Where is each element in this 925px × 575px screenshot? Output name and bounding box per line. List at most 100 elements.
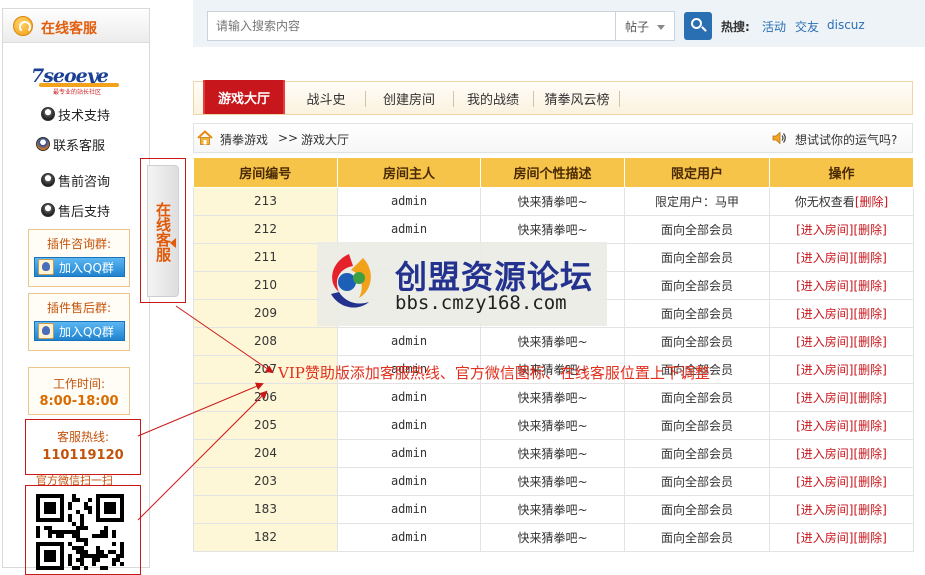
room-limit-cell: 面向全部会员 xyxy=(624,298,770,328)
qq-group-icon xyxy=(38,323,54,339)
room-limit-cell: 面向全部会员 xyxy=(624,522,770,552)
room-owner-cell: admin xyxy=(337,214,481,244)
hotline-label: 客服热线: xyxy=(56,430,110,444)
join-qq-group-label: 加入QQ群 xyxy=(59,260,114,275)
room-id-cell: 205 xyxy=(193,410,338,440)
tech-support-link[interactable]: 技术支持 xyxy=(41,105,111,124)
room-owner-cell: admin xyxy=(337,494,481,524)
enter-room-link[interactable]: [进入房间] xyxy=(796,363,853,377)
room-desc-cell: 快来猜拳吧~ xyxy=(480,410,625,440)
join-qq-group-button[interactable]: 加入QQ群 xyxy=(34,321,125,341)
room-owner-cell: admin xyxy=(337,466,481,496)
hot-keyword-link[interactable]: 交友 xyxy=(795,18,819,35)
enter-room-link[interactable]: [进入房间] xyxy=(796,419,853,433)
delete-room-link[interactable]: [删除] xyxy=(854,419,887,433)
enter-room-link[interactable]: [进入房间] xyxy=(796,391,853,405)
delete-room-link[interactable]: [删除] xyxy=(854,531,887,545)
hot-keyword-link[interactable]: discuz xyxy=(827,18,865,32)
room-action-cell: [进入房间][删除] xyxy=(769,466,914,496)
join-qq-group-button[interactable]: 加入QQ群 xyxy=(34,257,125,277)
plugin-aftersale-label: 插件售后群: xyxy=(46,301,112,315)
qq-group-icon xyxy=(38,259,54,275)
room-owner-cell: admin xyxy=(337,186,481,216)
search-button[interactable] xyxy=(684,12,712,40)
enter-room-link[interactable]: [进入房间] xyxy=(796,335,853,349)
plugin-consult-group: 插件咨询群: 加入QQ群 xyxy=(28,229,130,287)
work-hours-value: 8:00-18:00 xyxy=(39,394,119,409)
enter-room-link[interactable]: [进入房间] xyxy=(796,503,853,517)
room-owner-cell: admin xyxy=(337,326,481,356)
room-desc-cell: 快来猜拳吧~ xyxy=(480,382,625,412)
room-limit-cell: 面向全部会员 xyxy=(624,466,770,496)
enter-room-link[interactable]: [进入房间] xyxy=(796,531,853,545)
delete-room-link[interactable]: [删除] xyxy=(854,391,887,405)
breadcrumb-current: 游戏大厅 xyxy=(301,133,350,147)
contact-service-label: 联系客服 xyxy=(53,138,106,154)
breadcrumb: 猜拳游戏 >> 游戏大厅 想试试你的运气吗? xyxy=(193,123,913,153)
arrow-left-icon xyxy=(170,238,176,248)
hotline-box: 客服热线: 110119120 xyxy=(25,419,141,475)
room-id-cell: 212 xyxy=(193,214,338,244)
search-type-select[interactable]: 帖子 xyxy=(615,11,675,41)
tab-my-record[interactable]: 我的战绩 xyxy=(458,82,528,114)
person-icon xyxy=(41,107,55,121)
hot-keyword-link[interactable]: 活动 xyxy=(762,18,786,35)
room-desc-cell: 快来猜拳吧~ xyxy=(480,522,625,552)
try-luck-link[interactable]: 想试试你的运气吗? xyxy=(795,131,897,148)
table-row: 205 admin 快来猜拳吧~ 面向全部会员 [进入房间][删除] xyxy=(193,410,914,440)
delete-room-link[interactable]: [删除] xyxy=(854,335,887,349)
room-id-cell: 204 xyxy=(193,438,338,468)
home-icon[interactable] xyxy=(197,130,213,146)
delete-room-link[interactable]: [删除] xyxy=(854,363,887,377)
search-input[interactable] xyxy=(207,11,616,41)
room-action-cell: [进入房间][删除] xyxy=(769,494,914,524)
delete-room-link[interactable]: [删除] xyxy=(854,223,887,237)
col-header-limit: 限定用户 xyxy=(624,158,770,188)
search-bar: 帖子 热搜: 活动 交友 discuz xyxy=(193,0,925,47)
online-service-float-tab[interactable]: 在线客服 xyxy=(140,158,186,303)
tab-leaderboard[interactable]: 猜拳风云榜 xyxy=(536,82,618,114)
room-desc-cell: 快来猜拳吧~ xyxy=(480,466,625,496)
tab-create-room[interactable]: 创建房间 xyxy=(370,82,448,114)
table-row: 208 admin 快来猜拳吧~ 面向全部会员 [进入房间][删除] xyxy=(193,326,914,356)
table-header-row: 房间编号 房间主人 房间个性描述 限定用户 操作 xyxy=(193,158,914,188)
enter-room-link[interactable]: [进入房间] xyxy=(796,251,853,265)
delete-room-link[interactable]: [删除] xyxy=(854,251,887,265)
speaker-icon xyxy=(772,131,786,145)
tab-game-hall[interactable]: 游戏大厅 xyxy=(203,80,285,114)
room-action-cell: [进入房间][删除] xyxy=(769,298,914,328)
delete-room-link[interactable]: [删除] xyxy=(854,307,887,321)
enter-room-link[interactable]: [进入房间] xyxy=(796,279,853,293)
room-limit-cell: 限定用户：马甲 xyxy=(624,186,770,216)
annotation-text: VIP赞助版添加客服热线、官方微信图标、在线客服位置上下调整 xyxy=(278,364,710,382)
qq-penguin-icon xyxy=(36,137,50,151)
delete-room-link[interactable]: [删除] xyxy=(854,475,887,489)
no-permission-text: 你无权查看 xyxy=(794,194,855,209)
float-tab-body: 在线客服 xyxy=(147,165,179,297)
room-desc-cell: 快来猜拳吧~ xyxy=(480,186,625,216)
delete-room-link[interactable]: [删除] xyxy=(854,503,887,517)
enter-room-link[interactable]: [进入房间] xyxy=(796,475,853,489)
tech-support-label: 技术支持 xyxy=(58,108,111,124)
breadcrumb-item[interactable]: 猜拳游戏 xyxy=(220,131,268,148)
table-row: 204 admin 快来猜拳吧~ 面向全部会员 [进入房间][删除] xyxy=(193,438,914,468)
room-owner-cell: admin xyxy=(337,438,481,468)
delete-room-link[interactable]: [删除] xyxy=(854,279,887,293)
delete-room-link[interactable]: [删除] xyxy=(855,195,888,209)
table-row: 212 admin 快来猜拳吧~ 面向全部会员 [进入房间][删除] xyxy=(193,214,914,244)
enter-room-link[interactable]: [进入房间] xyxy=(796,447,853,461)
enter-room-link[interactable]: [进入房间] xyxy=(796,307,853,321)
col-header-description: 房间个性描述 xyxy=(480,158,625,188)
tab-battle-history[interactable]: 战斗史 xyxy=(292,82,360,114)
room-id-cell: 183 xyxy=(193,494,338,524)
room-id-cell: 210 xyxy=(193,270,338,300)
room-id-cell: 182 xyxy=(193,522,338,552)
room-desc-cell: 快来猜拳吧~ xyxy=(480,494,625,524)
game-nav-bar: 游戏大厅 战斗史 创建房间 我的战绩 猜拳风云榜 xyxy=(193,80,913,115)
room-limit-cell: 面向全部会员 xyxy=(624,214,770,244)
contact-service-link[interactable]: 联系客服 xyxy=(36,135,106,154)
presale-link[interactable]: 售前咨询 xyxy=(41,171,110,190)
delete-room-link[interactable]: [删除] xyxy=(854,447,887,461)
aftersale-link[interactable]: 售后支持 xyxy=(41,201,110,220)
enter-room-link[interactable]: [进入房间] xyxy=(796,223,853,237)
